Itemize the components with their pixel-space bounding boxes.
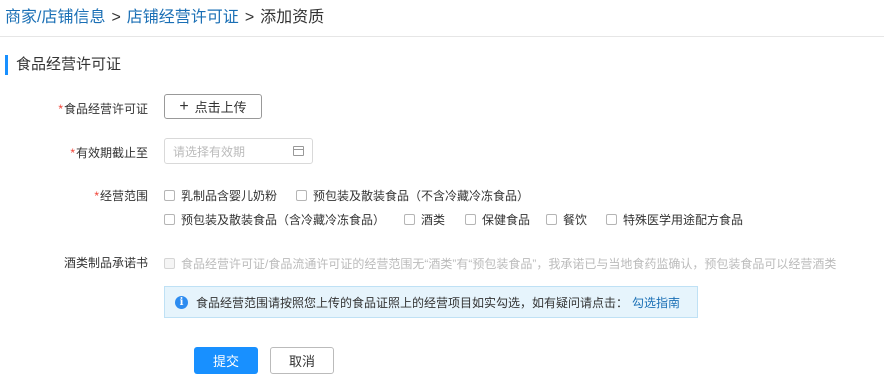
checkbox[interactable] (546, 214, 557, 225)
scope-checkbox-dairy[interactable]: 乳制品含婴儿奶粉 (164, 187, 277, 204)
calendar-icon (293, 146, 304, 156)
required-mark: * (70, 146, 75, 160)
breadcrumb-current: 添加资质 (260, 9, 325, 26)
plus-icon: + (179, 97, 189, 115)
info-icon: i (175, 295, 188, 309)
upload-button[interactable]: + 点击上传 (164, 94, 262, 119)
header-divider (0, 36, 884, 37)
upload-button-label: 点击上传 (194, 100, 247, 115)
notice-box: i 食品经营范围请按照您上传的食品证照上的经营项目如实勾选，如有疑问请点击： 勾… (164, 286, 698, 318)
cancel-button[interactable]: 取消 (270, 347, 334, 374)
scope-checkbox-prepackaged-cold[interactable]: 预包装及散装食品（含冷藏冷冻食品） (164, 211, 385, 228)
breadcrumb-link-shop-info[interactable]: 商家/店铺信息 (5, 9, 105, 26)
scope-checkbox-catering[interactable]: 餐饮 (546, 211, 587, 228)
section-title: 食品经营许可证 (5, 55, 121, 75)
expiry-date-picker[interactable]: 请选择有效期 (164, 138, 313, 164)
checkbox[interactable] (465, 214, 476, 225)
liquor-commitment-label: 酒类制品承诺书 (63, 256, 148, 270)
license-label: *食品经营许可证 (58, 102, 148, 116)
required-mark: * (94, 189, 99, 203)
scope-checkbox-medical-formula[interactable]: 特殊医学用途配方食品 (606, 211, 743, 228)
liquor-commitment-checkbox: 食品经营许可证/食品流通许可证的经营范围无“酒类”有“预包装食品”，我承诺已与当… (164, 255, 836, 272)
selection-guide-link[interactable]: 勾选指南 (632, 294, 680, 311)
breadcrumb-separator: > (111, 9, 121, 26)
breadcrumb-separator: > (244, 9, 255, 26)
expiry-placeholder: 请选择有效期 (173, 144, 246, 159)
checkbox[interactable] (296, 190, 307, 201)
notice-text: 食品经营范围请按照您上传的食品证照上的经营项目如实勾选，如有疑问请点击： (196, 295, 629, 310)
breadcrumb-link-license[interactable]: 店铺经营许可证 (127, 9, 239, 26)
expiry-label: *有效期截止至 (70, 146, 148, 160)
scope-checkbox-prepackaged-non-cold[interactable]: 预包装及散装食品（不含冷藏冷冻食品） (296, 187, 529, 204)
checkbox[interactable] (404, 214, 415, 225)
checkbox[interactable] (164, 190, 175, 201)
breadcrumb: 商家/店铺信息 > 店铺经营许可证 > 添加资质 (5, 6, 324, 30)
scope-checkbox-health-food[interactable]: 保健食品 (465, 211, 530, 228)
checkbox (164, 258, 175, 269)
required-mark: * (58, 102, 63, 116)
checkbox[interactable] (164, 214, 175, 225)
checkbox[interactable] (606, 214, 617, 225)
scope-label: *经营范围 (94, 189, 148, 203)
submit-button[interactable]: 提交 (194, 347, 258, 374)
scope-checkbox-liquor[interactable]: 酒类 (404, 211, 445, 228)
